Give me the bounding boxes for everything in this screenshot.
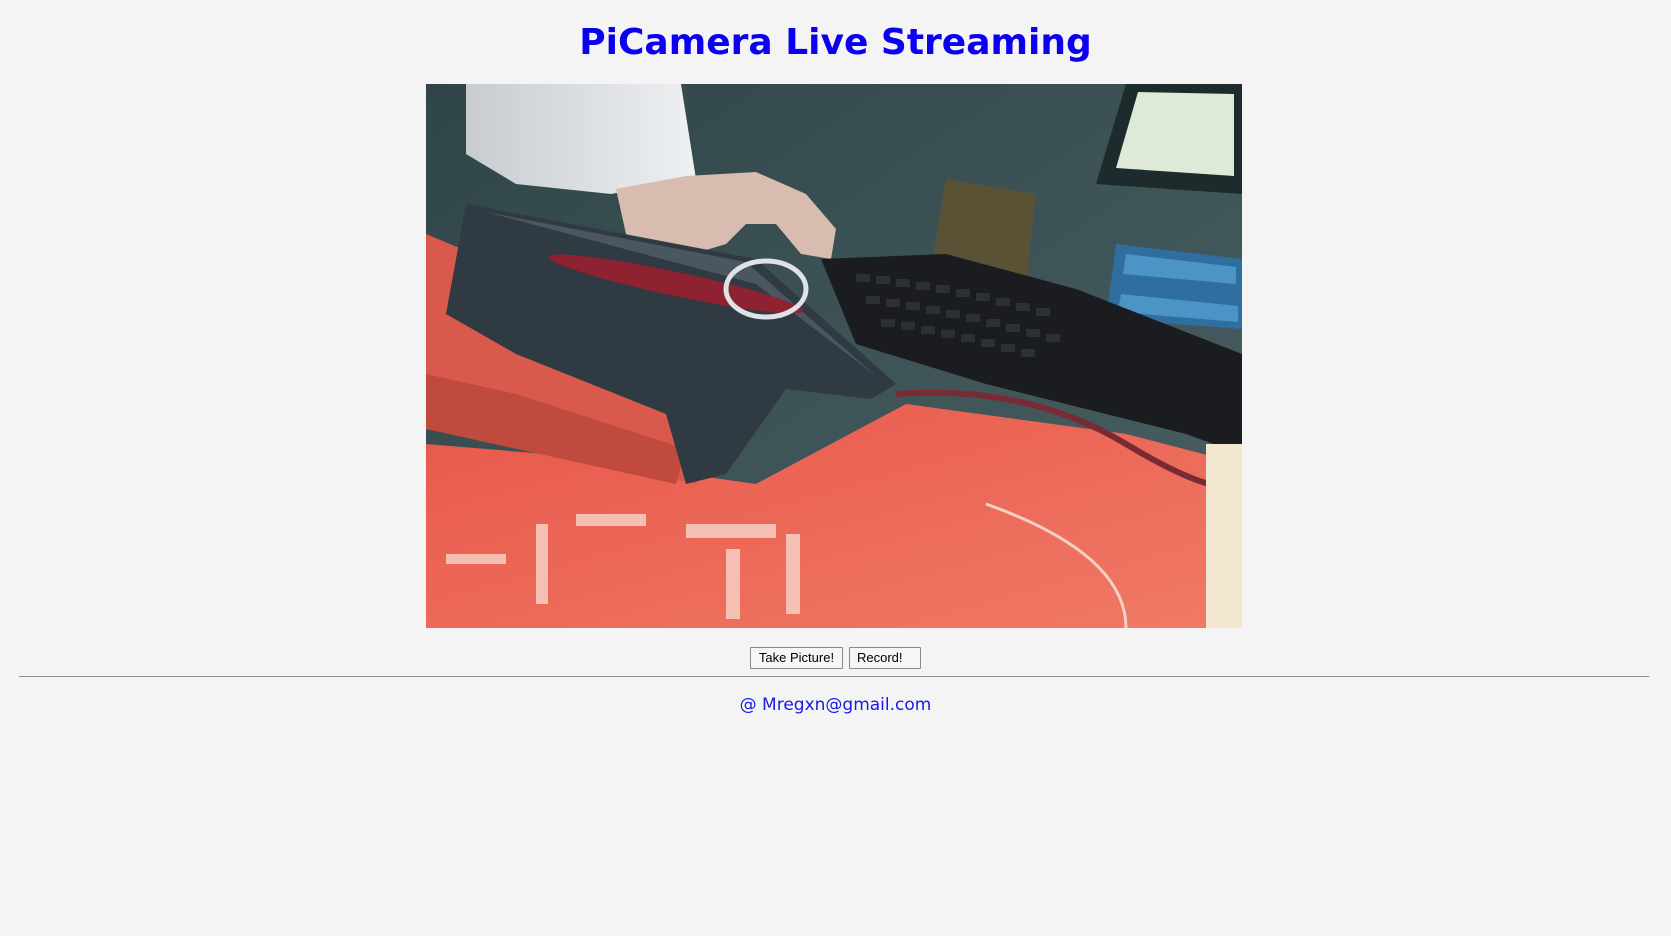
contact-email: @ Mregxn@gmail.com (739, 695, 932, 715)
divider (19, 676, 1649, 677)
take-picture-button[interactable]: Take Picture! (750, 647, 843, 669)
page: PiCamera Live Streaming Take Picture! Re… (0, 0, 1671, 936)
page-title: PiCamera Live Streaming (579, 22, 1092, 63)
record-button[interactable]: Record! (849, 647, 921, 669)
camera-frame-image (426, 84, 1242, 628)
live-stream-video (426, 84, 1242, 628)
control-buttons: Take Picture! Record! (0, 647, 1671, 669)
